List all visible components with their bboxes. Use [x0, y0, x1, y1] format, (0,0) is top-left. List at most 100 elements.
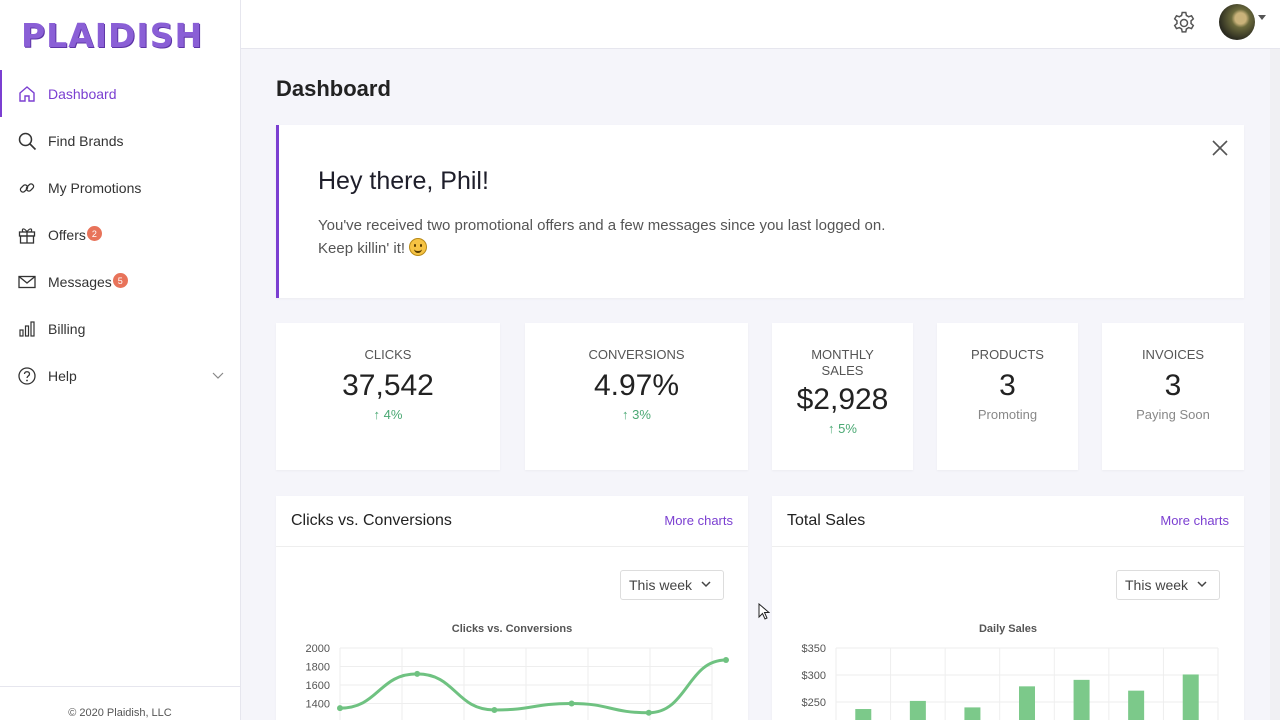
stat-value: 37,542 [342, 369, 434, 402]
bar [1073, 679, 1090, 720]
sidebar-item-dashboard[interactable]: Dashboard [0, 70, 240, 117]
chevron-down-icon [1197, 581, 1207, 588]
bar [1019, 686, 1035, 720]
bar [1128, 690, 1145, 720]
y-tick-label: 1800 [306, 662, 330, 674]
gift-icon [17, 225, 37, 245]
sidebar-item-label: Dashboard [48, 85, 117, 102]
sidebar-nav: Dashboard Find Brands My Promotions Offe… [0, 70, 240, 399]
bar [909, 700, 926, 720]
mouse-cursor-icon [758, 603, 770, 620]
daily-sales-chart: Daily Sales $350 $300 $250 [802, 623, 1219, 720]
sidebar-item-label: My Promotions [48, 179, 142, 196]
bar-chart-icon [17, 319, 37, 339]
caret-down-icon[interactable] [1258, 15, 1266, 20]
chart-title: Clicks vs. Conversions [452, 623, 572, 635]
copyright-text: © 2020 Plaidish, LLC [0, 686, 240, 720]
card-header: Clicks vs. Conversions More charts [276, 496, 748, 547]
sidebar-item-billing[interactable]: Billing [0, 305, 240, 352]
bar [855, 709, 872, 720]
clicks-conversions-chart: Clicks vs. Conversions 2000 1800 1600 1400 [306, 623, 729, 720]
sidebar-item-label: Offers [48, 226, 86, 243]
data-point [645, 709, 652, 716]
y-tick-label: 1400 [306, 699, 330, 711]
stat-value: $2,928 [796, 383, 889, 416]
search-icon [17, 131, 37, 151]
y-tick-label: $350 [802, 643, 826, 655]
stat-card-conversions: CONVERSIONS 4.97% ↑ 3% [525, 323, 748, 470]
stat-label: CLICKS [364, 347, 412, 362]
more-charts-link[interactable]: More charts [1160, 513, 1229, 528]
y-tick-label: 2000 [306, 643, 330, 655]
stat-label: CONVERSIONS [588, 347, 685, 362]
clicks-conversions-card: Clicks vs. Conversions More charts This … [276, 496, 748, 720]
page-title: Dashboard [276, 76, 391, 101]
sidebar-item-my-promotions[interactable]: My Promotions [0, 164, 240, 211]
welcome-message: You've received two promotional offers a… [318, 214, 1018, 260]
stat-label: INVOICES [1141, 347, 1205, 362]
y-tick-label: $250 [802, 697, 826, 709]
more-charts-link[interactable]: More charts [664, 513, 733, 528]
offers-count-badge: 2 [86, 226, 102, 241]
stat-card-invoices: INVOICES 3 Paying Soon [1102, 323, 1244, 470]
stat-change: ↑ 4% [373, 407, 403, 422]
scrollbar[interactable] [1270, 49, 1280, 720]
period-select[interactable]: This week [620, 570, 724, 600]
top-bar [241, 0, 1280, 49]
home-icon [17, 84, 37, 104]
card-title: Total Sales [787, 512, 866, 529]
welcome-heading: Hey there, Phil! [318, 167, 489, 195]
close-icon[interactable] [1210, 138, 1230, 158]
sidebar-item-label: Find Brands [48, 132, 124, 149]
y-tick-label: 1600 [306, 680, 330, 692]
series-line [339, 658, 727, 715]
stat-label: MONTHLY SALES [811, 347, 874, 378]
stat-card-clicks: CLICKS 37,542 ↑ 4% [276, 323, 500, 470]
period-select[interactable]: This week [1116, 570, 1220, 600]
stat-change: ↑ 3% [622, 407, 651, 422]
stat-card-monthly-sales: MONTHLY SALES $2,928 ↑ 5% [772, 323, 913, 470]
chevron-down-icon [701, 581, 711, 588]
link-icon [17, 178, 37, 198]
welcome-banner: Hey there, Phil! You've received two pro… [276, 125, 1244, 298]
sidebar-item-label: Help [48, 367, 77, 384]
period-select-value: This week [629, 577, 693, 593]
y-tick-label: $300 [802, 670, 826, 682]
sidebar-item-offers[interactable]: Offers 2 [0, 211, 240, 258]
card-header: Total Sales More charts [772, 496, 1244, 547]
stat-change: ↑ 5% [828, 421, 857, 436]
smile-emoji-icon [409, 238, 428, 256]
data-point [337, 705, 343, 712]
user-avatar[interactable] [1219, 4, 1255, 40]
chevron-down-icon[interactable] [212, 369, 224, 381]
sidebar-item-help[interactable]: Help [0, 352, 240, 399]
stat-label: PRODUCTS [971, 347, 1044, 362]
gear-icon[interactable] [1171, 10, 1197, 36]
mail-icon [17, 272, 37, 292]
messages-count-badge: 5 [112, 273, 128, 288]
card-title: Clicks vs. Conversions [291, 512, 452, 529]
stat-sub: Promoting [977, 407, 1038, 422]
data-point [414, 670, 421, 677]
sidebar-item-messages[interactable]: Messages 5 [0, 258, 240, 305]
welcome-line-1: You've received two promotional offers a… [318, 217, 886, 234]
welcome-line-2: Keep killin' it! [318, 240, 406, 257]
total-sales-card: Total Sales More charts This week Daily … [772, 496, 1244, 720]
period-select-value: This week [1125, 577, 1189, 593]
bar [964, 707, 981, 720]
sidebar-item-find-brands[interactable]: Find Brands [0, 117, 240, 164]
data-point [491, 706, 498, 713]
stat-value: 4.97% [593, 369, 680, 402]
stat-card-products: PRODUCTS 3 Promoting [937, 323, 1078, 470]
stat-value: 3 [1164, 369, 1182, 402]
sidebar-item-label: Messages [48, 273, 112, 290]
chart-title: Daily Sales [979, 623, 1037, 635]
help-icon [17, 366, 37, 386]
brand-logo[interactable]: PLAIDISH [21, 16, 203, 55]
sidebar: PLAIDISH Dashboard Find Brands My Promot… [0, 0, 241, 720]
bar [1182, 674, 1199, 720]
data-point [723, 657, 729, 664]
sidebar-item-label: Billing [48, 320, 86, 337]
stat-value: 3 [999, 369, 1016, 402]
stat-sub: Paying Soon [1136, 407, 1210, 422]
